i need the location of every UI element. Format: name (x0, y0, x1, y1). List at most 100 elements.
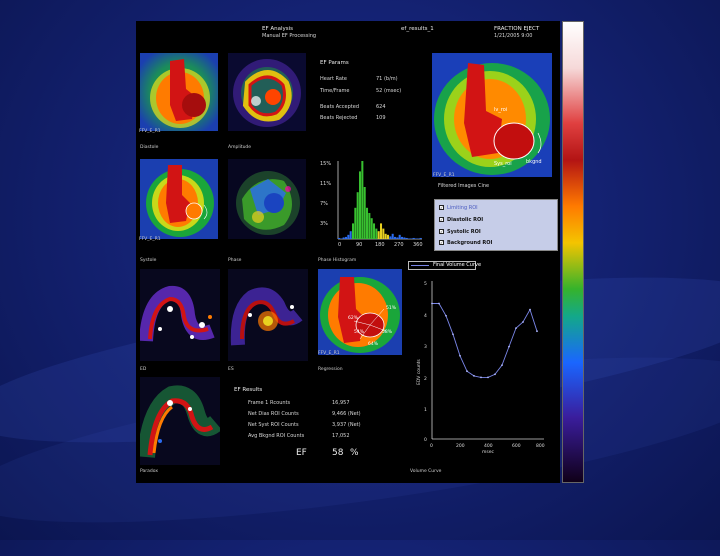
checkbox[interactable]: ✓ (439, 205, 444, 210)
checkbox[interactable]: ✓ (439, 240, 444, 245)
histogram-bar (345, 236, 348, 239)
histogram-bar (368, 213, 371, 239)
phase-label: Phase (228, 258, 242, 263)
volume-curve-chart[interactable]: EDV counts 5 4 3 2 1 0 0 200 400 600 800… (414, 275, 554, 455)
systole-label: Systole (140, 258, 157, 263)
region-value: 54% (354, 329, 365, 335)
histogram-bar (417, 238, 420, 239)
ed-image[interactable] (140, 269, 220, 361)
lv-roi-image[interactable]: lv_roi bkgnd Sys_roi (432, 53, 552, 177)
histogram-bar (389, 236, 392, 239)
roi-tag: FFV_E_R1 (139, 237, 161, 242)
volume-x-tick: 0 (430, 443, 433, 449)
region-value: 62% (348, 315, 359, 321)
checkbox[interactable]: ✓ (439, 217, 444, 222)
histogram-bar (366, 207, 369, 239)
histogram-bar (375, 228, 378, 239)
phase-image[interactable] (228, 159, 306, 239)
histogram-bar (410, 238, 413, 239)
histogram-bar (401, 236, 404, 239)
es-label: ES (228, 367, 234, 372)
histogram-bar (398, 234, 401, 239)
volume-y-tick: 5 (424, 281, 427, 287)
volume-curve-point (438, 302, 440, 305)
volume-curve-point (529, 308, 531, 311)
volume-curve-point (501, 364, 503, 366)
histogram-bar (354, 207, 357, 239)
result-label: Net Syst ROI Counts (248, 422, 299, 428)
histogram-x-tick: 180 (375, 242, 385, 247)
histogram-bar (405, 237, 408, 239)
ef-analysis-window: EF Analysis Manual EF Processing ef_resu… (136, 21, 560, 483)
volume-curve-point (452, 333, 454, 336)
ef-value: 58 (332, 448, 344, 458)
filter-title: Filtered Images Cine (438, 183, 490, 189)
volume-curve-point (522, 321, 524, 323)
volume-x-tick: 600 (512, 443, 521, 449)
histogram-bar (363, 187, 366, 239)
diastole-label: Diastole (140, 145, 159, 150)
region-value: 64% (368, 341, 379, 347)
histogram-bar (384, 233, 387, 239)
volume-curve-point (431, 302, 433, 305)
color-scale-bar (562, 21, 584, 483)
ed-label: ED (140, 367, 147, 372)
volume-curve-point (494, 373, 496, 376)
histogram-bar (391, 233, 394, 239)
roi-tag: FFV_E_R1 (318, 351, 340, 356)
param-value: 71 (b/m) (376, 76, 398, 82)
region-value: 51% (386, 305, 397, 311)
results-heading: EF Results (234, 387, 263, 393)
histogram-bar (380, 223, 383, 239)
histogram-bar (419, 237, 422, 239)
histogram-bar (382, 228, 385, 239)
volume-curve-line (432, 303, 538, 378)
phase-histogram-chart[interactable]: 15% 11% 7% 3% 0 90 180 270 360 (318, 155, 428, 247)
result-value: 9,466 (Net) (332, 411, 361, 417)
filter-item-label: Diastolic ROI (447, 217, 484, 223)
histogram-x-tick: 90 (356, 242, 362, 247)
param-value: 109 (376, 115, 386, 121)
histogram-x-tick: 0 (338, 242, 341, 247)
param-value: 52 (msec) (376, 88, 402, 94)
paradox-image[interactable] (140, 377, 220, 465)
roi-filter-panel: ✓ Limiting ROI ✓ Diastolic ROI ✓ Systoli… (434, 199, 558, 251)
systole-image[interactable] (140, 159, 218, 239)
histogram-bar (415, 238, 418, 239)
window-subtitle: Manual EF Processing (262, 33, 317, 39)
app-name: FRACTION EJECT (494, 26, 540, 32)
volume-curve-point (473, 375, 475, 377)
volume-y-tick: 3 (424, 344, 427, 350)
result-label: Frame 1 Rcounts (248, 400, 291, 406)
filter-item-label: Systolic ROI (447, 229, 481, 235)
volume-y-tick: 4 (424, 313, 427, 319)
lv-roi-label: lv_roi (494, 107, 507, 113)
volume-curve-point (466, 370, 468, 373)
regression-label: Regression (318, 367, 343, 372)
histogram-y-tick: 3% (320, 221, 328, 227)
histogram-bar (352, 223, 355, 239)
histogram-x-tick: 360 (413, 242, 423, 247)
volume-curve-label: Volume Curve (410, 469, 442, 474)
sys-roi-label: Sys_roi (494, 161, 512, 167)
checkbox[interactable]: ✓ (439, 229, 444, 234)
histogram-bar (349, 231, 352, 239)
amplitude-image[interactable] (228, 53, 306, 131)
volume-x-label: msec (482, 450, 494, 455)
es-image[interactable] (228, 269, 308, 361)
histogram-bar (359, 171, 362, 239)
date-time: 1/21/2005 9:00 (494, 33, 533, 39)
volume-curve-title: Final Volume Curve (433, 262, 482, 268)
volume-curve-legend: Final Volume Curve (408, 261, 481, 270)
result-value: 17,052 (332, 433, 350, 439)
param-label: Beats Accepted (320, 104, 360, 110)
volume-curve-point (515, 327, 517, 329)
volume-curve-point (480, 376, 482, 379)
diastole-image[interactable] (140, 53, 218, 131)
file-name: ef_results_1 (401, 26, 434, 32)
filter-item-label: Limiting ROI (447, 205, 478, 211)
histogram-bar (387, 234, 390, 239)
histogram-bar (377, 231, 380, 239)
regression-image[interactable]: 51% 62% 58% 54% 64% (318, 269, 402, 355)
volume-x-tick: 200 (456, 443, 465, 449)
